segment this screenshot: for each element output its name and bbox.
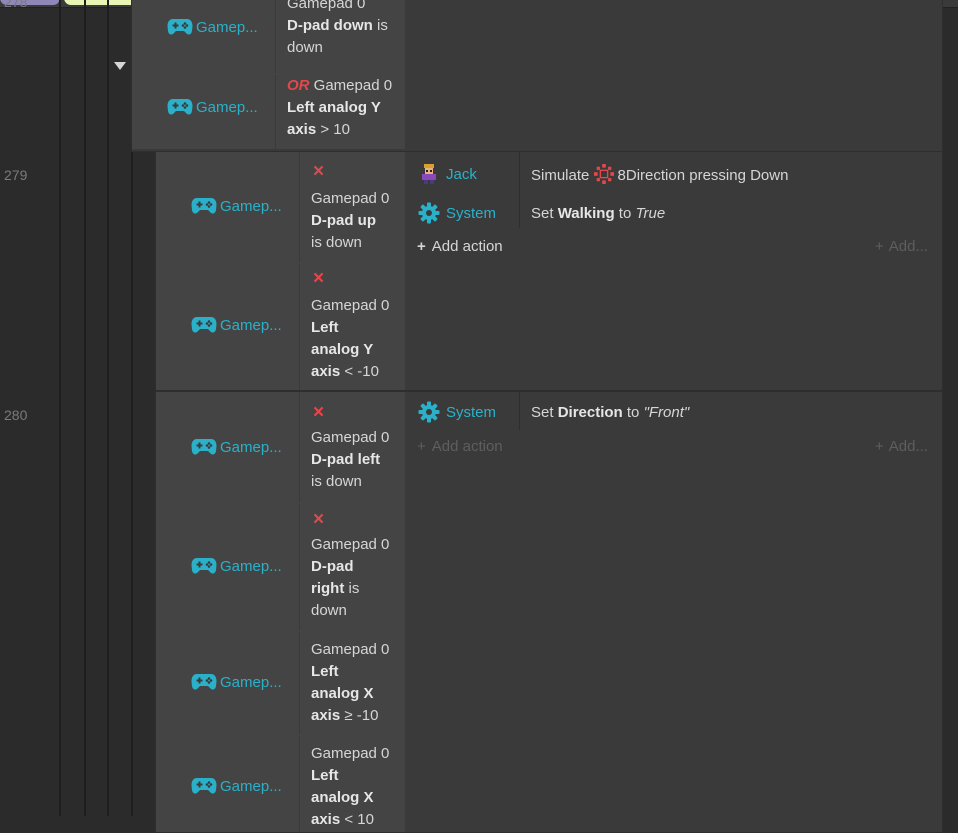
divider xyxy=(299,632,300,734)
condition-object[interactable]: Gamep... xyxy=(191,316,282,334)
gear-icon xyxy=(418,401,440,423)
condition-row[interactable]: Gamep... × Gamepad 0 D-pad up is down xyxy=(156,152,405,262)
gamepad-icon xyxy=(191,673,217,691)
add-action-button[interactable]: + Add action xyxy=(417,238,503,255)
condition-object[interactable]: Gamep... xyxy=(167,18,258,36)
object-name: System xyxy=(446,204,497,222)
indent-guide xyxy=(84,0,86,816)
divider xyxy=(275,0,276,73)
divider xyxy=(299,264,300,390)
gamepad-icon xyxy=(191,197,217,215)
eight-direction-icon xyxy=(594,164,614,184)
indent-guide xyxy=(131,150,133,816)
condition-object[interactable]: Gamep... xyxy=(191,197,282,215)
condition-text: Gamepad 0 Left analog X axis ≥ -10 xyxy=(311,641,390,724)
condition-text: OR Gamepad 0 Left analog Y axis > 10 xyxy=(287,77,393,138)
condition-object[interactable]: Gamep... xyxy=(167,98,258,116)
condition-row[interactable]: Gamep... Gamepad 0 Left analog X axis < … xyxy=(156,736,405,832)
gamepad-icon xyxy=(167,18,193,36)
action-text: Set Walking to True xyxy=(531,204,666,222)
divider xyxy=(299,736,300,832)
condition-row[interactable]: Gamep... OR Gamepad 0 Left analog Y axis… xyxy=(132,75,405,149)
line-number: 280 xyxy=(4,407,28,423)
object-name: Gamep... xyxy=(220,197,282,215)
object-name: Gamep... xyxy=(220,316,282,334)
condition-row[interactable]: Gamep... × Gamepad 0 D-pad right is down xyxy=(156,504,405,630)
inverted-icon[interactable]: × xyxy=(313,510,324,530)
plus-icon: + xyxy=(875,438,884,455)
inverted-icon[interactable]: × xyxy=(313,162,324,182)
object-name: Gamep... xyxy=(196,18,258,36)
collapse-toggle-icon[interactable] xyxy=(114,62,126,70)
condition-text: Gamepad 0 Left analog Y axis < -10 xyxy=(311,297,390,380)
condition-text: Gamepad 0 D-pad right is down xyxy=(311,536,390,619)
gamepad-icon xyxy=(191,777,217,795)
condition-text: Gamepad 0 D-pad down is down xyxy=(287,0,388,56)
object-name: Jack xyxy=(446,165,477,183)
divider xyxy=(299,392,300,502)
action-text: Set Direction to "Front" xyxy=(531,403,690,421)
inverted-icon[interactable]: × xyxy=(313,403,324,423)
plus-icon: + xyxy=(875,238,884,255)
character-sprite-icon xyxy=(418,163,440,185)
action-object[interactable]: System xyxy=(418,202,496,224)
add-more-button[interactable]: + Add... xyxy=(875,238,928,255)
divider xyxy=(275,75,276,149)
or-label: OR xyxy=(287,77,310,94)
divider xyxy=(299,504,300,630)
event-278[interactable]: Gamep... Gamepad 0 D-pad down is down Ga… xyxy=(131,0,943,152)
gamepad-icon xyxy=(191,316,217,334)
condition-object[interactable]: Gamep... xyxy=(191,438,282,456)
action-object[interactable]: Jack xyxy=(418,163,477,185)
plus-icon: + xyxy=(417,438,426,455)
condition-row[interactable]: Gamep... Gamepad 0 Left analog X axis ≥ … xyxy=(156,632,405,734)
add-more-button[interactable]: + Add... xyxy=(875,438,928,455)
action-row[interactable]: System Set Walking to True xyxy=(418,201,938,225)
inverted-icon[interactable]: × xyxy=(313,269,324,289)
add-action-button[interactable]: + Add action xyxy=(417,438,503,455)
object-name: System xyxy=(446,403,497,421)
object-name: Gamep... xyxy=(220,673,282,691)
indent-guide xyxy=(107,0,109,816)
condition-text: Gamepad 0 D-pad left is down xyxy=(311,429,390,490)
condition-object[interactable]: Gamep... xyxy=(191,557,282,575)
plus-icon: + xyxy=(417,238,426,255)
object-name: Gamep... xyxy=(220,557,282,575)
line-number: 279 xyxy=(4,167,28,183)
object-name: Gamep... xyxy=(220,438,282,456)
divider xyxy=(299,152,300,262)
action-object[interactable]: System xyxy=(418,401,496,423)
gear-icon xyxy=(418,202,440,224)
object-name: Gamep... xyxy=(220,777,282,795)
action-text: Simulate 8Direction pressing Down xyxy=(531,164,788,184)
indent-guide xyxy=(59,0,61,816)
condition-row[interactable]: Gamep... Gamepad 0 D-pad down is down xyxy=(132,0,405,73)
condition-row[interactable]: Gamep... × Gamepad 0 D-pad left is down xyxy=(156,392,405,502)
gamepad-icon xyxy=(191,438,217,456)
gamepad-icon xyxy=(191,557,217,575)
gamepad-icon xyxy=(167,98,193,116)
condition-row[interactable]: Gamep... × Gamepad 0 Left analog Y axis … xyxy=(156,264,405,390)
condition-object[interactable]: Gamep... xyxy=(191,673,282,691)
event-279[interactable]: Gamep... × Gamepad 0 D-pad up is down Ga… xyxy=(155,151,943,391)
condition-object[interactable]: Gamep... xyxy=(191,777,282,795)
action-row[interactable]: Jack Simulate 8Direction pressing Down xyxy=(418,162,938,186)
line-number: 278 xyxy=(4,0,28,10)
condition-text: Gamepad 0 Left analog X axis < 10 xyxy=(311,745,390,828)
condition-text: Gamepad 0 D-pad up is down xyxy=(311,190,390,251)
action-row[interactable]: System Set Direction to "Front" xyxy=(418,400,938,424)
object-name: Gamep... xyxy=(196,98,258,116)
event-280[interactable]: Gamep... × Gamepad 0 D-pad left is down … xyxy=(155,391,943,833)
